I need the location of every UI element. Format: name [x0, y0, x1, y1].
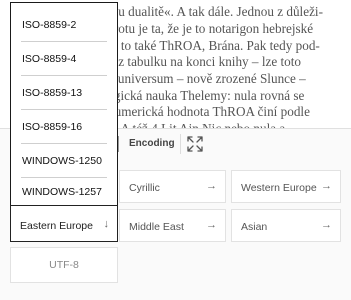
- dropdown-option[interactable]: WINDOWS-1250: [11, 143, 117, 177]
- arrow-down-icon: ↓: [103, 218, 110, 230]
- encoding-eastern-europe-button[interactable]: Eastern Europe ↓: [10, 205, 118, 242]
- dropdown-option-label: WINDOWS-1250: [22, 155, 102, 167]
- arrow-right-icon: →: [321, 219, 332, 231]
- dropdown-option[interactable]: ISO-8859-2: [11, 7, 117, 41]
- encoding-middle-east-button[interactable]: Middle East →: [119, 209, 226, 242]
- encoding-utf8-button[interactable]: UTF-8: [10, 247, 118, 283]
- arrow-right-icon: →: [321, 180, 332, 192]
- dropdown-option-label: ISO-8859-16: [22, 121, 83, 133]
- reader-line: numerická hodnota ThROA činí podle: [108, 104, 310, 119]
- encoding-label: Western Europe: [241, 182, 317, 194]
- encoding-asian-button[interactable]: Asian →: [231, 209, 341, 242]
- dropdown-option[interactable]: ISO-8859-13: [11, 75, 117, 109]
- encoding-label: Asian: [241, 221, 268, 233]
- encoding-dropdown: ISO-8859-2 ISO-8859-4 ISO-8859-13 ISO-88…: [10, 2, 118, 205]
- encoding-label: UTF-8: [49, 259, 79, 271]
- encoding-label: Middle East: [129, 221, 184, 233]
- encoding-label: Eastern Europe: [20, 220, 93, 232]
- dropdown-option-label: ISO-8859-2: [22, 19, 77, 31]
- reader-line: viz tabulku na konci knihy – lze toto: [108, 54, 302, 69]
- dropdown-option-label: ISO-8859-13: [22, 87, 83, 99]
- expand-icon[interactable]: [184, 133, 206, 155]
- encoding-label: Cyrillic: [129, 182, 160, 194]
- dropdown-option-label: WINDOWS-1257: [22, 186, 102, 198]
- reader-line: tvu dualitě«. A tak dále. Jednou z důlež…: [108, 4, 323, 19]
- reader-line: o universum – nově zrozené Slunce –: [108, 71, 306, 86]
- tab-encoding[interactable]: Encoding: [129, 138, 175, 149]
- reader-line: 1. A též 4 Lit Ain Nic nebo nula a: [108, 120, 285, 128]
- tab-divider: [180, 134, 181, 154]
- encoding-western-europe-button[interactable]: Western Europe →: [231, 170, 341, 203]
- dropdown-option-label: ISO-8859-4: [22, 53, 77, 65]
- dropdown-option[interactable]: ISO-8859-16: [11, 109, 117, 143]
- dropdown-option[interactable]: ISO-8859-4: [11, 41, 117, 75]
- arrow-right-icon: →: [206, 180, 217, 192]
- dropdown-option[interactable]: WINDOWS-1257: [11, 174, 117, 205]
- tab-separator: [118, 136, 119, 152]
- arrow-right-icon: →: [206, 219, 217, 231]
- encoding-cyrillic-button[interactable]: Cyrillic →: [119, 170, 226, 203]
- reader-line: arotu je ta, že je to notarigon hebrejsk…: [108, 21, 314, 36]
